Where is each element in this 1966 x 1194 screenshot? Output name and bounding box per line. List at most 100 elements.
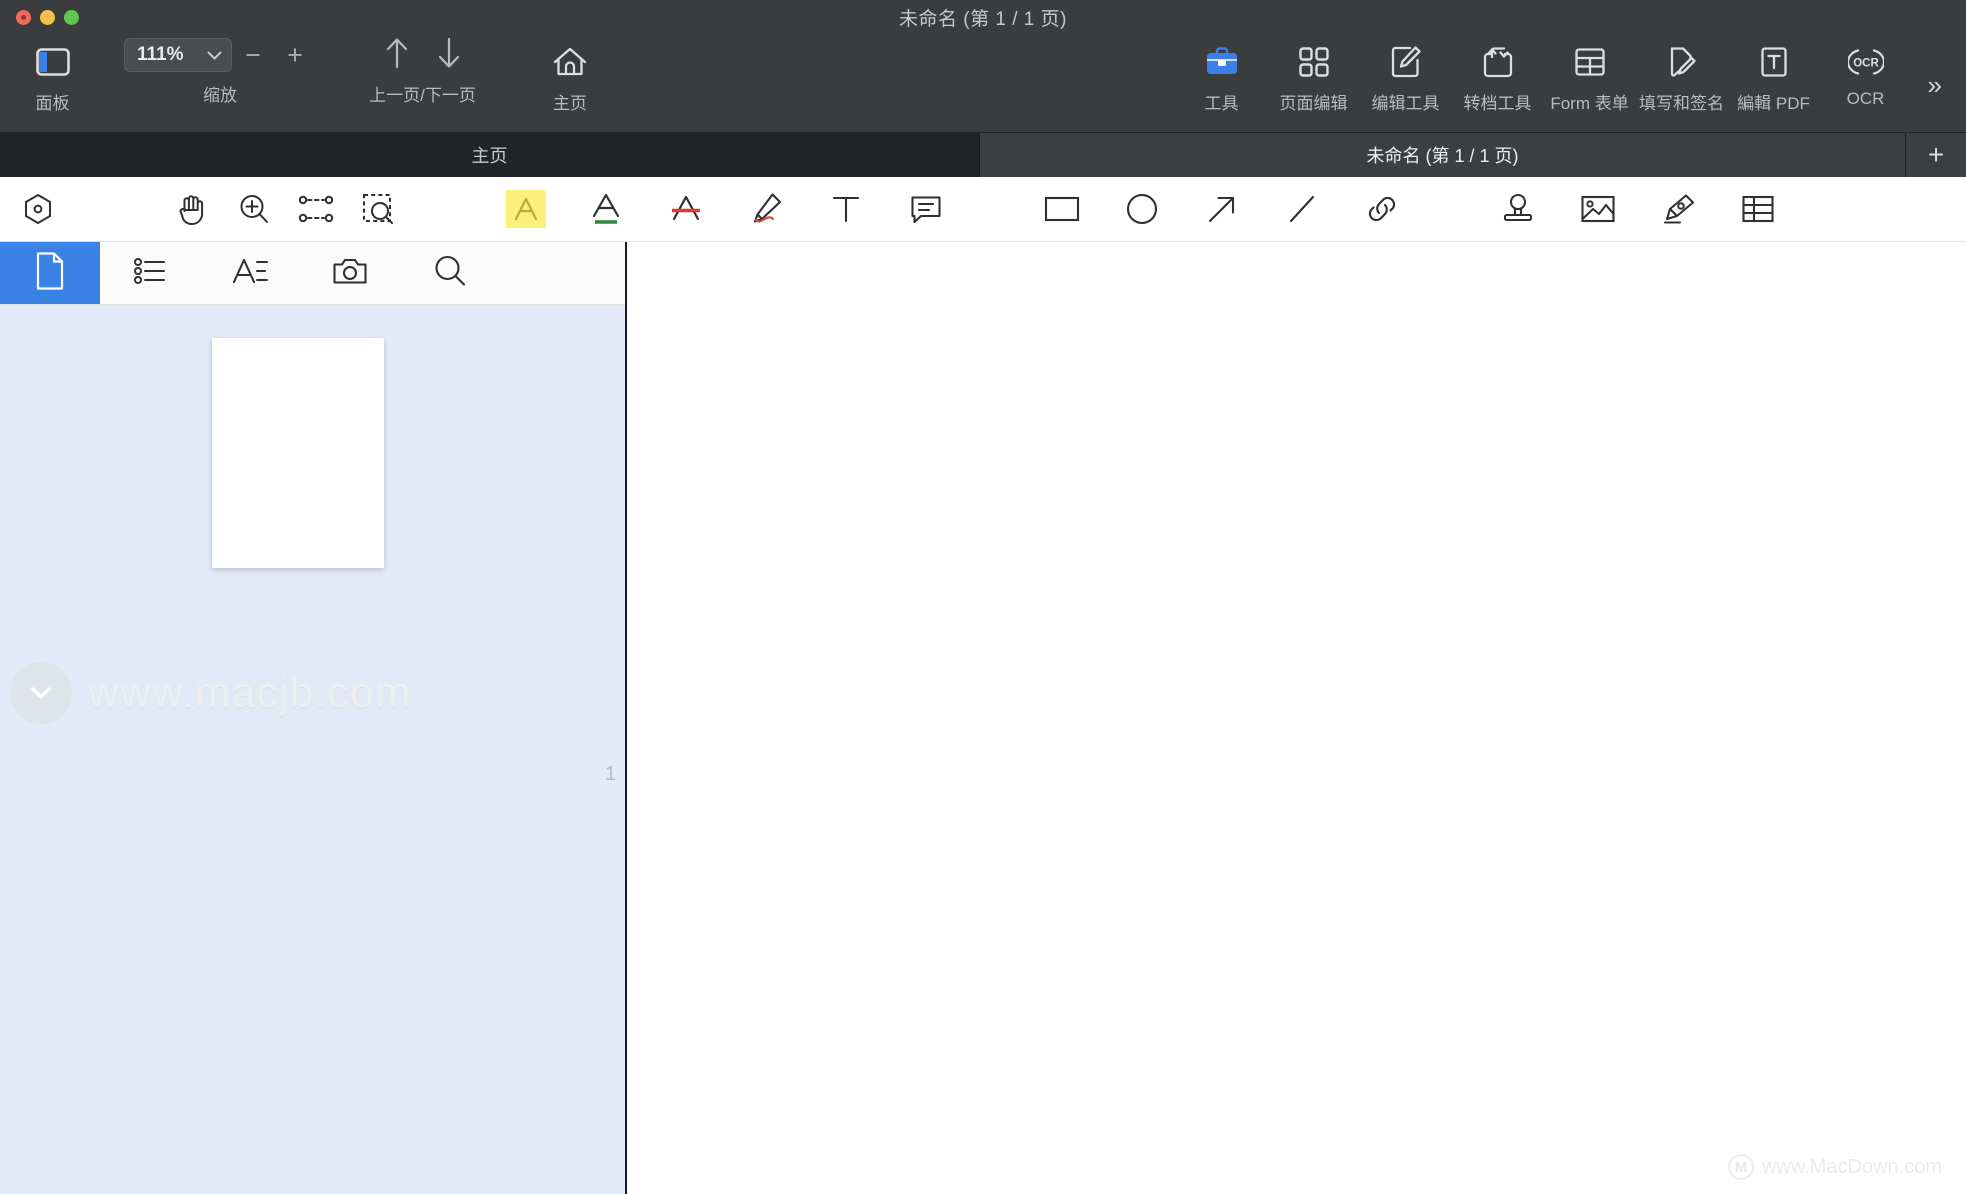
- select-area-icon[interactable]: [290, 186, 342, 232]
- tools-button-label: 工具: [1204, 94, 1239, 113]
- document-tab-bar: 主页 未命名 (第 1 / 1 页) +: [0, 133, 1966, 177]
- convert-tools-button-label: 转档工具: [1463, 94, 1532, 113]
- zoom-level-select[interactable]: 111%: [124, 38, 232, 72]
- ocr-button-label: OCR: [1846, 89, 1885, 108]
- chevron-down-icon: [207, 49, 222, 62]
- home-icon: [552, 42, 588, 82]
- search-icon: [433, 254, 467, 293]
- ocr-icon: OCR: [1847, 42, 1884, 82]
- sidebar-item-thumbnails[interactable]: [0, 242, 100, 304]
- strikethrough-icon[interactable]: [660, 186, 712, 232]
- arrow-up-icon[interactable]: [382, 36, 412, 75]
- fill-and-sign-button[interactable]: 填写和签名: [1636, 34, 1728, 114]
- zoom-controls: 111% − +: [124, 34, 316, 74]
- signature-pen-icon[interactable]: [1652, 186, 1704, 232]
- toolbar-overflow-button[interactable]: »: [1912, 70, 1958, 101]
- close-window-button[interactable]: [16, 10, 31, 25]
- sidebar-item-annotations[interactable]: [200, 242, 300, 304]
- form-button-label: Form 表单: [1550, 94, 1629, 113]
- zoom-window-button[interactable]: [64, 10, 79, 25]
- tools-button[interactable]: 工具: [1176, 34, 1268, 114]
- sidebar-item-snapshot[interactable]: [300, 242, 400, 304]
- macdown-logo-icon: M: [1727, 1154, 1754, 1180]
- zoom-group: 111% − + 缩放: [105, 34, 335, 106]
- sidebar-item-search[interactable]: [400, 242, 500, 304]
- window-title: 未命名 (第 1 / 1 页): [899, 8, 1067, 30]
- pencil-draw-icon[interactable]: [740, 186, 792, 232]
- sidebar-item-outline[interactable]: [100, 242, 200, 304]
- link-icon[interactable]: [1356, 186, 1408, 232]
- fill-and-sign-button-label: 填写和签名: [1639, 94, 1725, 113]
- edit-pdf-button-label: 編輯 PDF: [1737, 94, 1810, 113]
- sidebar-panel-icon: [35, 42, 70, 82]
- toolbox-icon: [1204, 42, 1240, 82]
- zoom-in-button[interactable]: +: [274, 38, 316, 72]
- grid-squares-icon: [1298, 42, 1330, 82]
- convert-tools-button[interactable]: 转档工具: [1452, 34, 1544, 114]
- properties-hexagon-icon[interactable]: [12, 186, 64, 232]
- camera-icon: [332, 256, 368, 291]
- tab-document[interactable]: 未命名 (第 1 / 1 页): [980, 133, 1906, 177]
- form-button[interactable]: Form 表单: [1544, 34, 1636, 114]
- home-button[interactable]: 主页: [510, 34, 630, 114]
- page-edit-button-label: 页面编辑: [1279, 94, 1348, 113]
- page-nav-arrows: [382, 34, 464, 74]
- pdf-editor-window: 未命名 (第 1 / 1 页) 面板 111% − + 缩放 上一页/下一页 主…: [0, 0, 1966, 1194]
- edit-pdf-button[interactable]: 編輯 PDF: [1728, 34, 1820, 114]
- edit-page-icon: [1390, 42, 1422, 82]
- canvas-watermark-text: www.MacDown.com: [1761, 1155, 1942, 1178]
- thumbnail-page-1[interactable]: [212, 338, 384, 568]
- page-thumbnail-icon: [33, 251, 67, 296]
- text-annotation-icon: [231, 255, 269, 292]
- page-nav-label: 上一页/下一页: [369, 86, 476, 105]
- edit-tools-button-label: 编辑工具: [1371, 94, 1440, 113]
- panel-toggle-button[interactable]: 面板: [0, 34, 105, 114]
- workspace: 1 www.macjb.com M www.MacDown.com: [0, 242, 1966, 1194]
- annotation-toolbar: [0, 177, 1966, 242]
- highlight-icon[interactable]: [500, 186, 552, 232]
- image-icon[interactable]: [1572, 186, 1624, 232]
- line-icon[interactable]: [1276, 186, 1328, 232]
- toolbar-left-group: 面板 111% − + 缩放 上一页/下一页 主页: [0, 34, 630, 114]
- minimize-window-button[interactable]: [40, 10, 55, 25]
- rectangle-icon[interactable]: [1036, 186, 1088, 232]
- new-tab-button[interactable]: +: [1906, 133, 1966, 177]
- zoom-group-label: 缩放: [203, 86, 237, 105]
- circle-icon[interactable]: [1116, 186, 1168, 232]
- document-canvas[interactable]: M www.MacDown.com: [627, 242, 1966, 1194]
- thumbnail-page-number: 1: [605, 763, 617, 785]
- sidebar-tab-strip: [0, 242, 625, 305]
- text-tool-icon[interactable]: [820, 186, 872, 232]
- edit-tools-button[interactable]: 编辑工具: [1360, 34, 1452, 114]
- zoom-out-button[interactable]: −: [232, 38, 274, 72]
- home-button-label: 主页: [553, 94, 587, 113]
- page-nav-group: 上一页/下一页: [335, 34, 510, 106]
- ocr-button[interactable]: OCR OCR: [1820, 34, 1912, 109]
- convert-icon: [1482, 42, 1514, 82]
- table-form-icon: [1574, 42, 1606, 82]
- bullet-list-icon: [132, 255, 168, 292]
- arrow-down-icon[interactable]: [434, 36, 464, 75]
- panel-toggle-label: 面板: [35, 94, 70, 113]
- table-icon[interactable]: [1732, 186, 1784, 232]
- zoom-in-icon[interactable]: [228, 186, 280, 232]
- sidebar-panel: 1 www.macjb.com: [0, 242, 627, 1194]
- canvas-watermark: M www.MacDown.com: [1727, 1154, 1942, 1180]
- stamp-icon[interactable]: [1492, 186, 1544, 232]
- thumbnail-list[interactable]: 1: [0, 305, 625, 1194]
- sign-page-icon: [1666, 42, 1698, 82]
- page-edit-button[interactable]: 页面编辑: [1268, 34, 1360, 114]
- svg-text:OCR: OCR: [1853, 58, 1879, 70]
- snapshot-select-icon[interactable]: [352, 186, 404, 232]
- note-comment-icon[interactable]: [900, 186, 952, 232]
- zoom-level-value: 111%: [137, 44, 184, 65]
- toolbar-right-group: 工具 页面编辑 编辑工具 转档工具 Form 表单 填写和签名 編輯 PDF O…: [1176, 34, 1966, 114]
- underline-icon[interactable]: [580, 186, 632, 232]
- main-toolbar: 面板 111% − + 缩放 上一页/下一页 主页 工具 页面编辑 编辑工具 转…: [0, 34, 1966, 133]
- traffic-lights: [16, 10, 79, 25]
- arrow-icon[interactable]: [1196, 186, 1248, 232]
- tab-home[interactable]: 主页: [0, 133, 980, 177]
- text-box-icon: [1759, 42, 1789, 82]
- hand-icon[interactable]: [166, 186, 218, 232]
- highlight-swatch: [506, 190, 546, 228]
